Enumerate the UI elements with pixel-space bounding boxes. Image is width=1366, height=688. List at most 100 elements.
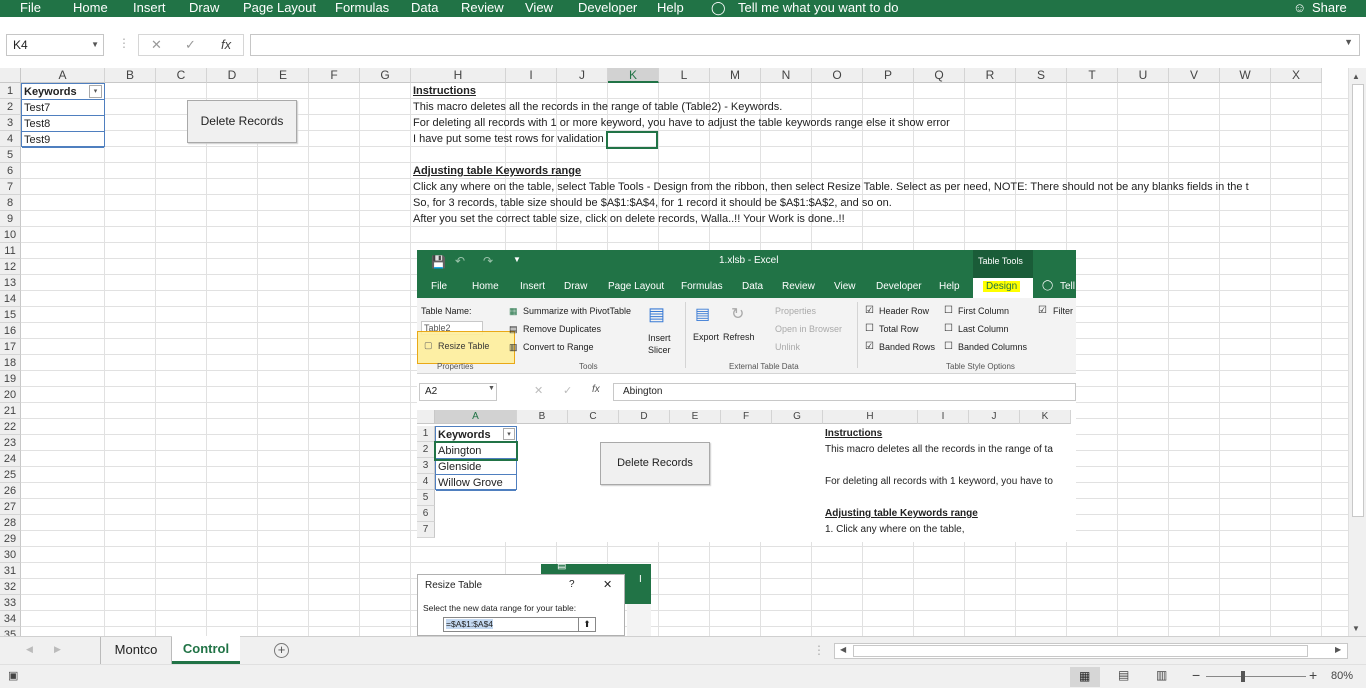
column-header-j[interactable]: J [557,68,608,83]
row-header-17[interactable]: 17 [0,339,21,355]
column-header-x[interactable]: X [1271,68,1322,83]
tab-insert[interactable]: Insert [133,0,166,16]
name-box[interactable]: K4 ▼ [6,34,104,56]
scroll-thumb[interactable] [1352,84,1364,517]
column-header-o[interactable]: O [812,68,863,83]
column-header-u[interactable]: U [1118,68,1169,83]
scroll-up-icon[interactable]: ▲ [1352,72,1360,81]
expand-formula-icon[interactable]: ▼ [1344,37,1353,47]
check-icon[interactable]: ✓ [185,35,196,55]
scroll-right-icon[interactable]: ▶ [1335,645,1341,654]
column-header-p[interactable]: P [863,68,914,83]
insert-function-icon[interactable]: fx [221,35,231,55]
row-header-27[interactable]: 27 [0,499,21,515]
zoom-slider[interactable] [1206,676,1306,677]
row-header-7[interactable]: 7 [0,179,21,195]
row-header-20[interactable]: 20 [0,387,21,403]
zoom-slider-thumb[interactable] [1241,671,1245,682]
row-header-19[interactable]: 19 [0,371,21,387]
row-header-25[interactable]: 25 [0,467,21,483]
filter-dropdown-icon[interactable]: ▾ [89,85,102,98]
tab-file[interactable]: File [20,0,41,16]
row-header-1[interactable]: 1 [0,83,21,99]
column-header-f[interactable]: F [309,68,360,83]
row-header-30[interactable]: 30 [0,547,21,563]
row-header-6[interactable]: 6 [0,163,21,179]
row-header-4[interactable]: 4 [0,131,21,147]
tell-me-box[interactable]: Tell me what you want to do [738,0,898,16]
normal-view-button[interactable]: ▦ [1070,667,1100,687]
scroll-left-icon[interactable]: ◀ [840,645,846,654]
column-header-m[interactable]: M [710,68,761,83]
tab-data[interactable]: Data [411,0,438,16]
tab-formulas[interactable]: Formulas [335,0,389,16]
row-header-8[interactable]: 8 [0,195,21,211]
column-header-s[interactable]: S [1016,68,1067,83]
zoom-out-icon[interactable]: − [1192,667,1200,683]
row-header-23[interactable]: 23 [0,435,21,451]
column-header-e[interactable]: E [258,68,309,83]
row-header-5[interactable]: 5 [0,147,21,163]
zoom-level[interactable]: 80% [1331,670,1353,682]
row-header-3[interactable]: 3 [0,115,21,131]
column-header-d[interactable]: D [207,68,258,83]
share-button[interactable]: Share [1312,0,1347,16]
table-row[interactable]: Test8 [22,116,104,132]
select-all-corner[interactable] [0,68,21,83]
scroll-down-icon[interactable]: ▼ [1352,624,1360,633]
column-header-n[interactable]: N [761,68,812,83]
prev-sheet-icon[interactable]: ◀ [26,644,33,655]
page-break-view-icon[interactable]: ▥ [1156,668,1167,682]
sheet-tab-control[interactable]: Control [172,636,240,664]
row-header-28[interactable]: 28 [0,515,21,531]
tab-page-layout[interactable]: Page Layout [243,0,316,16]
tab-home[interactable]: Home [73,0,108,16]
row-header-35[interactable]: 35 [0,627,21,636]
column-header-g[interactable]: G [360,68,411,83]
chevron-down-icon[interactable]: ▼ [91,35,99,55]
tab-draw[interactable]: Draw [189,0,219,16]
column-header-r[interactable]: R [965,68,1016,83]
row-header-31[interactable]: 31 [0,563,21,579]
table-row[interactable]: Test7 [22,100,104,116]
column-header-i[interactable]: I [506,68,557,83]
column-header-l[interactable]: L [659,68,710,83]
row-header-22[interactable]: 22 [0,419,21,435]
page-layout-view-icon[interactable]: ▤ [1118,668,1129,682]
horizontal-scrollbar[interactable]: ◀ ▶ [834,643,1348,659]
formula-input[interactable]: ▼ [250,34,1360,56]
delete-records-button[interactable]: Delete Records [187,100,297,143]
row-header-9[interactable]: 9 [0,211,21,227]
row-header-29[interactable]: 29 [0,531,21,547]
row-header-24[interactable]: 24 [0,451,21,467]
zoom-in-icon[interactable]: + [1309,667,1317,683]
row-header-11[interactable]: 11 [0,243,21,259]
column-header-a[interactable]: A [21,68,105,83]
add-sheet-icon[interactable]: + [274,643,289,658]
embedded-dialog-screenshot[interactable]: ▤ I Resize Table ? ✕ Select the new data… [417,564,651,636]
hscroll-thumb[interactable] [853,645,1308,657]
row-header-21[interactable]: 21 [0,403,21,419]
column-header-w[interactable]: W [1220,68,1271,83]
vertical-scrollbar[interactable]: ▲ ▼ [1348,68,1366,636]
column-header-c[interactable]: C [156,68,207,83]
tab-developer[interactable]: Developer [578,0,637,16]
sheet-tab-montco[interactable]: Montco [100,637,172,664]
next-sheet-icon[interactable]: ▶ [54,644,61,655]
column-header-t[interactable]: T [1067,68,1118,83]
table-row[interactable]: Test9 [22,132,104,148]
column-header-v[interactable]: V [1169,68,1220,83]
row-header-34[interactable]: 34 [0,611,21,627]
macro-record-icon[interactable]: ▣ [8,669,18,682]
row-header-18[interactable]: 18 [0,355,21,371]
embedded-screenshot[interactable]: 💾 ↶ ↷ ▼ 1.xlsb - Excel Table Tools File … [417,250,1076,542]
tab-view[interactable]: View [525,0,553,16]
row-header-33[interactable]: 33 [0,595,21,611]
row-header-32[interactable]: 32 [0,579,21,595]
column-header-h[interactable]: H [411,68,506,83]
row-header-10[interactable]: 10 [0,227,21,243]
row-header-13[interactable]: 13 [0,275,21,291]
row-header-14[interactable]: 14 [0,291,21,307]
row-header-15[interactable]: 15 [0,307,21,323]
row-header-12[interactable]: 12 [0,259,21,275]
